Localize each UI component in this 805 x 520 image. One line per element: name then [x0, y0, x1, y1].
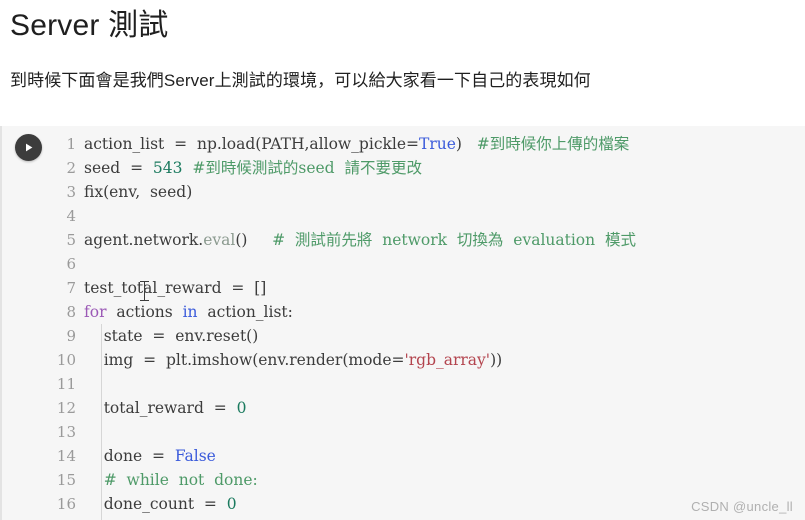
code-line-content[interactable]: fix(env, seed) — [76, 180, 192, 204]
code-token-plain: img = plt.imshow(env.render(mode= — [84, 351, 405, 369]
line-number: 6 — [66, 255, 76, 273]
code-token-const: True — [419, 135, 456, 153]
code-token-number: 0 — [226, 495, 237, 513]
code-line-content[interactable]: # while not done: — [76, 468, 258, 492]
code-token-plain: agent.network. — [84, 231, 204, 249]
code-line[interactable]: 6 — [54, 252, 805, 276]
code-token-plain: action_list: — [197, 303, 293, 321]
code-token-comment: #到時候你上傳的檔案 — [476, 135, 630, 153]
line-number: 13 — [56, 423, 76, 441]
code-line[interactable]: 12 total_reward = 0 — [54, 396, 805, 420]
indent-guide — [101, 324, 102, 520]
code-token-plain: done = — [84, 447, 175, 465]
line-number: 3 — [66, 183, 76, 201]
code-token-number: 0 — [236, 399, 247, 417]
line-number: 1 — [66, 135, 76, 153]
line-number: 4 — [66, 207, 76, 225]
play-triangle-icon — [25, 143, 32, 152]
code-line[interactable]: 8 for actions in action_list: — [54, 300, 805, 324]
page-title: Server 測試 — [10, 9, 169, 42]
code-line[interactable]: 14 done = False — [54, 444, 805, 468]
line-number: 14 — [56, 447, 76, 465]
code-line[interactable]: 11 — [54, 372, 805, 396]
code-line-content[interactable]: img = plt.imshow(env.render(mode='rgb_ar… — [76, 348, 502, 372]
code-token-comment: # 測試前先將 network 切換為 evaluation 模式 — [272, 231, 636, 249]
code-token-comment: #到時候測試的seed 請不要更改 — [192, 159, 422, 177]
code-line[interactable]: 9 state = env.reset() — [54, 324, 805, 348]
intro-paragraph: 到時候下面會是我們Server上測試的環境，可以給大家看一下自己的表現如何 — [10, 71, 591, 90]
code-token-kw2: in — [182, 303, 198, 321]
code-line-content[interactable]: state = env.reset() — [76, 324, 259, 348]
code-token-kw: for — [84, 303, 107, 321]
line-number: 10 — [56, 351, 76, 369]
code-token-const: False — [174, 447, 216, 465]
code-token-plain: )) — [490, 351, 503, 369]
code-line-content[interactable]: seed = 543 #到時候測試的seed 請不要更改 — [76, 156, 422, 180]
code-line-content[interactable]: test_total_reward = [] — [76, 276, 266, 300]
code-line[interactable]: 4 — [54, 204, 805, 228]
code-token-plain: total_reward = — [84, 399, 237, 417]
code-line[interactable]: 10 img = plt.imshow(env.render(mode='rgb… — [54, 348, 805, 372]
code-token-plain: fix(env, seed) — [84, 183, 193, 201]
code-token-plain: seed = — [84, 159, 153, 177]
code-line-content[interactable]: action_list = np.load(PATH,allow_pickle=… — [76, 132, 629, 156]
line-number: 15 — [56, 471, 76, 489]
code-token-dim: eval — [203, 231, 236, 249]
code-line-content[interactable]: agent.network.eval() # 測試前先將 network 切換為… — [76, 228, 636, 252]
code-line[interactable]: 13 — [54, 420, 805, 444]
code-token-plain: done_count = — [84, 495, 227, 513]
article-header: Server 測試 到時候下面會是我們Server上測試的環境，可以給大家看一下… — [0, 0, 805, 94]
code-token-number: 543 — [152, 159, 183, 177]
code-token-plain: actions — [106, 303, 183, 321]
code-cell-run-gutter — [2, 126, 54, 520]
line-number: 11 — [56, 375, 76, 393]
code-lines[interactable]: 1 action_list = np.load(PATH,allow_pickle… — [54, 132, 805, 516]
code-cell: 1 action_list = np.load(PATH,allow_pickle… — [0, 126, 805, 520]
code-line[interactable]: 5 agent.network.eval() # 測試前先將 network 切換… — [54, 228, 805, 252]
code-token-plain: action_list = np.load(PATH,allow_pickle= — [84, 135, 420, 153]
code-line[interactable]: 15 # while not done: — [54, 468, 805, 492]
code-token-plain: test_total_reward = [] — [84, 279, 267, 297]
line-number: 7 — [66, 279, 76, 297]
code-line[interactable]: 3 fix(env, seed) — [54, 180, 805, 204]
code-token-plain: () — [235, 231, 248, 249]
line-number: 2 — [66, 159, 76, 177]
line-number: 12 — [56, 399, 76, 417]
code-token-plain: state = env.reset() — [84, 327, 259, 345]
line-number: 9 — [66, 327, 76, 345]
watermark: CSDN @uncle_ll — [691, 499, 793, 514]
code-line-content[interactable]: done = False — [76, 444, 216, 468]
code-token-comment: # while not done: — [84, 471, 258, 489]
code-line-content[interactable]: for actions in action_list: — [76, 300, 293, 324]
code-line[interactable]: 7 test_total_reward = [] — [54, 276, 805, 300]
code-line[interactable]: 2 seed = 543 #到時候測試的seed 請不要更改 — [54, 156, 805, 180]
line-number: 16 — [56, 495, 76, 513]
code-token-string: 'rgb_array' — [404, 351, 491, 369]
code-line[interactable]: 1 action_list = np.load(PATH,allow_pickle… — [54, 132, 805, 156]
code-editor[interactable]: 1 action_list = np.load(PATH,allow_pickle… — [54, 126, 805, 520]
play-icon[interactable] — [14, 134, 42, 161]
line-number: 8 — [66, 303, 76, 321]
line-number: 5 — [66, 231, 76, 249]
